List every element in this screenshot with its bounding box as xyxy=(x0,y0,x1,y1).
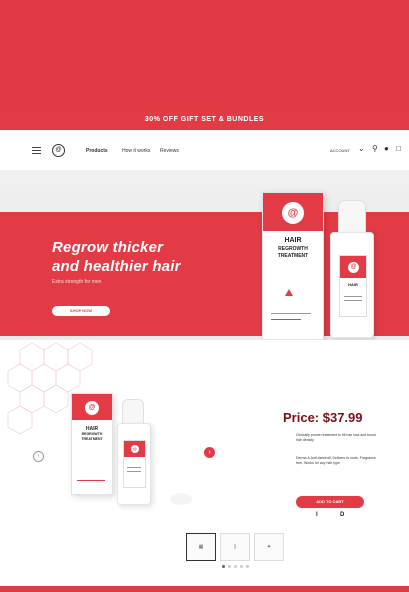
user-icon[interactable]: ● xyxy=(384,145,389,153)
product-box-name-line2: TREATMENT xyxy=(81,437,103,441)
product-description-2: Derma & Anti-dandruff, Delivers to roots… xyxy=(296,456,376,465)
carousel-dot[interactable] xyxy=(246,565,249,568)
shop-now-button[interactable]: SHOP NOW xyxy=(52,306,110,316)
hero-subtitle: Extra strength for men xyxy=(52,279,102,285)
foam-dollop xyxy=(170,493,192,505)
carousel-dot[interactable] xyxy=(222,565,225,568)
box-name-line1: REGROWTH xyxy=(278,246,308,252)
carousel-dot[interactable] xyxy=(234,565,237,568)
nav-link-products[interactable]: Products xyxy=(86,148,108,154)
top-navigation: @ Products How it works Reviews ACCOUNT … xyxy=(0,130,409,171)
box-brand: HAIR xyxy=(284,237,302,244)
bottle-emblem: @ xyxy=(347,261,360,274)
thumbnail-bottle-icon: ▯ xyxy=(233,544,237,550)
carousel-dot[interactable] xyxy=(228,565,231,568)
product-description-1: Clinically proven treatment to fill hair… xyxy=(296,433,376,442)
nav-link-how-it-works[interactable]: How it works xyxy=(122,148,150,154)
warning-icon xyxy=(285,289,293,296)
hero-bottle: @ HAIR xyxy=(330,232,374,338)
search-icon[interactable]: ⚲ xyxy=(372,145,378,153)
product-price: Price: $37.99 xyxy=(283,410,363,425)
account-link[interactable]: ACCOUNT xyxy=(330,148,350,153)
bottle-brand: HAIR xyxy=(348,282,358,287)
hero-title: Regrow thicker and healthier hair xyxy=(52,238,181,276)
carousel-prev-button[interactable]: ‹ xyxy=(33,451,44,462)
hero-bottle-pump xyxy=(338,200,366,236)
quantity-increase-button[interactable]: D xyxy=(340,512,344,518)
quantity-decrease-button[interactable]: I xyxy=(316,512,318,518)
cart-icon[interactable]: □ xyxy=(396,145,401,153)
promo-text: 30% OFF GIFT SET & BUNDLES xyxy=(144,115,265,123)
product-box-emblem: @ xyxy=(84,400,100,416)
thumbnail-1[interactable]: ▦ xyxy=(186,533,216,561)
promo-banner[interactable]: 30% OFF GIFT SET & BUNDLES xyxy=(0,108,409,130)
product-box-name-line1: REGROWTH xyxy=(81,432,103,436)
hero-title-line2: and healthier hair xyxy=(52,258,181,275)
brand-logo[interactable]: @ xyxy=(52,144,65,157)
add-to-cart-button[interactable]: ADD TO CART xyxy=(296,496,364,508)
carousel-dots xyxy=(222,565,249,568)
product-bottle: @ xyxy=(117,423,151,505)
hero-product-box: @ HAIR REGROWTH TREATMENT xyxy=(262,192,324,340)
thumbnail-box-icon: ▦ xyxy=(198,544,204,550)
box-name-line2: TREATMENT xyxy=(277,253,309,259)
product-box: @ HAIR REGROWTH TREATMENT xyxy=(71,393,113,495)
chevron-down-icon[interactable]: ⌄ xyxy=(358,145,365,153)
box-emblem: @ xyxy=(281,201,305,225)
thumbnail-applicator-icon: ✦ xyxy=(266,544,272,550)
carousel-next-button[interactable]: › xyxy=(204,447,215,458)
thumbnail-3[interactable]: ✦ xyxy=(254,533,284,561)
thumbnail-2[interactable]: ▯ xyxy=(220,533,250,561)
nav-link-reviews[interactable]: Reviews xyxy=(160,148,179,154)
page-frame: 30% OFF GIFT SET & BUNDLES @ Products Ho… xyxy=(0,108,409,586)
product-bottle-emblem: @ xyxy=(130,444,140,454)
menu-icon[interactable] xyxy=(32,147,41,154)
hero-title-line1: Regrow thicker xyxy=(52,239,164,256)
carousel-dot[interactable] xyxy=(240,565,243,568)
